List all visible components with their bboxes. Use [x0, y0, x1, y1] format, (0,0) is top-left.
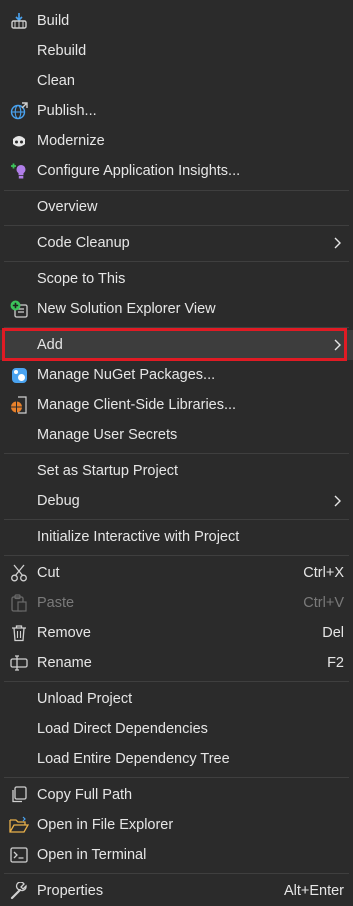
menu-item-open-in-terminal[interactable]: Open in Terminal — [0, 840, 353, 870]
menu-separator — [4, 519, 349, 520]
menu-item-load-entire-dependency-tree[interactable]: Load Entire Dependency Tree — [0, 744, 353, 774]
menu-item-label: Publish... — [37, 103, 97, 119]
menu-item-label: Unload Project — [37, 691, 133, 707]
menu-separator — [4, 777, 349, 778]
menu-item-manage-client-side-libraries[interactable]: Manage Client-Side Libraries... — [0, 390, 353, 420]
menu-item-label: Initialize Interactive with Project — [37, 529, 240, 545]
build-icon — [9, 12, 29, 30]
menu-item-initialize-interactive[interactable]: Initialize Interactive with Project — [0, 522, 353, 552]
menu-item-label: Remove — [37, 625, 91, 641]
menu-item-label: Open in File Explorer — [37, 817, 174, 833]
menu-separator — [4, 681, 349, 682]
menu-item-open-in-file-explorer[interactable]: Open in File Explorer — [0, 810, 353, 840]
scissors-icon — [9, 564, 29, 582]
copilot-icon — [9, 132, 29, 150]
menu-item-load-direct-dependencies[interactable]: Load Direct Dependencies — [0, 714, 353, 744]
menu-item-label: Copy Full Path — [37, 787, 133, 803]
menu-item-label: Code Cleanup — [37, 235, 130, 251]
shortcut-text: Del — [322, 625, 344, 641]
menu-separator — [4, 873, 349, 874]
menu-item-cut[interactable]: Cut Ctrl+X — [0, 558, 353, 588]
menu-item-scope-to-this[interactable]: Scope to This — [0, 264, 353, 294]
menu-item-label: New Solution Explorer View — [37, 301, 216, 317]
copy-icon — [9, 786, 29, 804]
trash-icon — [9, 624, 29, 642]
shortcut-text: Ctrl+V — [303, 595, 344, 611]
chevron-right-icon — [333, 237, 341, 249]
shortcut-text: F2 — [327, 655, 344, 671]
chevron-right-icon — [333, 339, 341, 351]
libman-icon — [9, 396, 29, 414]
menu-item-clean[interactable]: Clean — [0, 66, 353, 96]
menu-item-modernize[interactable]: Modernize — [0, 126, 353, 156]
folder-open-icon — [9, 816, 29, 834]
menu-item-build[interactable]: Build — [0, 6, 353, 36]
menu-item-label: Properties — [37, 883, 104, 899]
menu-item-label: Open in Terminal — [37, 847, 147, 863]
menu-item-label: Rename — [37, 655, 92, 671]
menu-item-overview[interactable]: Overview — [0, 192, 353, 222]
publish-globe-icon — [9, 102, 29, 120]
menu-item-manage-user-secrets[interactable]: Manage User Secrets — [0, 420, 353, 450]
menu-item-label: Scope to This — [37, 271, 126, 287]
menu-item-rename[interactable]: Rename F2 — [0, 648, 353, 678]
shortcut-text: Alt+Enter — [283, 883, 344, 899]
menu-item-label: Manage Client-Side Libraries... — [37, 397, 237, 413]
menu-item-label: Clean — [37, 73, 75, 89]
menu-item-manage-nuget[interactable]: Manage NuGet Packages... — [0, 360, 353, 390]
menu-item-label: Overview — [37, 199, 98, 215]
clipboard-icon — [9, 594, 29, 612]
menu-item-add[interactable]: Add — [0, 330, 353, 360]
menu-item-paste: Paste Ctrl+V — [0, 588, 353, 618]
menu-item-unload-project[interactable]: Unload Project — [0, 684, 353, 714]
menu-item-configure-app-insights[interactable]: Configure Application Insights... — [0, 156, 353, 186]
menu-separator — [4, 453, 349, 454]
menu-item-label: Manage User Secrets — [37, 427, 178, 443]
menu-item-label: Debug — [37, 493, 80, 509]
menu-item-label: Rebuild — [37, 43, 87, 59]
menu-item-rebuild[interactable]: Rebuild — [0, 36, 353, 66]
menu-item-label: Load Entire Dependency Tree — [37, 751, 230, 767]
menu-item-label: Configure Application Insights... — [37, 163, 241, 179]
app-insights-icon — [9, 162, 29, 180]
menu-item-code-cleanup[interactable]: Code Cleanup — [0, 228, 353, 258]
menu-separator — [4, 225, 349, 226]
menu-item-label: Load Direct Dependencies — [37, 721, 208, 737]
menu-item-label: Manage NuGet Packages... — [37, 367, 216, 383]
menu-item-label: Cut — [37, 565, 60, 581]
wrench-icon — [9, 882, 29, 900]
shortcut-text: Ctrl+X — [303, 565, 344, 581]
menu-item-remove[interactable]: Remove Del — [0, 618, 353, 648]
terminal-icon — [9, 846, 29, 864]
context-menu: Build Rebuild Clean Publish... Modernize… — [0, 0, 353, 903]
menu-item-label: Modernize — [37, 133, 105, 149]
chevron-right-icon — [333, 495, 341, 507]
menu-item-label: Build — [37, 13, 70, 29]
menu-item-debug[interactable]: Debug — [0, 486, 353, 516]
menu-item-label: Paste — [37, 595, 75, 611]
new-view-icon — [9, 300, 29, 318]
menu-separator — [4, 261, 349, 262]
menu-separator — [4, 555, 349, 556]
nuget-icon — [9, 366, 29, 384]
menu-item-publish[interactable]: Publish... — [0, 96, 353, 126]
menu-item-label: Set as Startup Project — [37, 463, 179, 479]
menu-item-copy-full-path[interactable]: Copy Full Path — [0, 780, 353, 810]
menu-item-label: Add — [37, 337, 63, 353]
rename-icon — [9, 654, 29, 672]
menu-item-set-startup-project[interactable]: Set as Startup Project — [0, 456, 353, 486]
menu-item-properties[interactable]: Properties Alt+Enter — [0, 876, 353, 906]
menu-item-new-solution-explorer-view[interactable]: New Solution Explorer View — [0, 294, 353, 324]
menu-separator — [4, 327, 349, 328]
menu-separator — [4, 190, 349, 191]
